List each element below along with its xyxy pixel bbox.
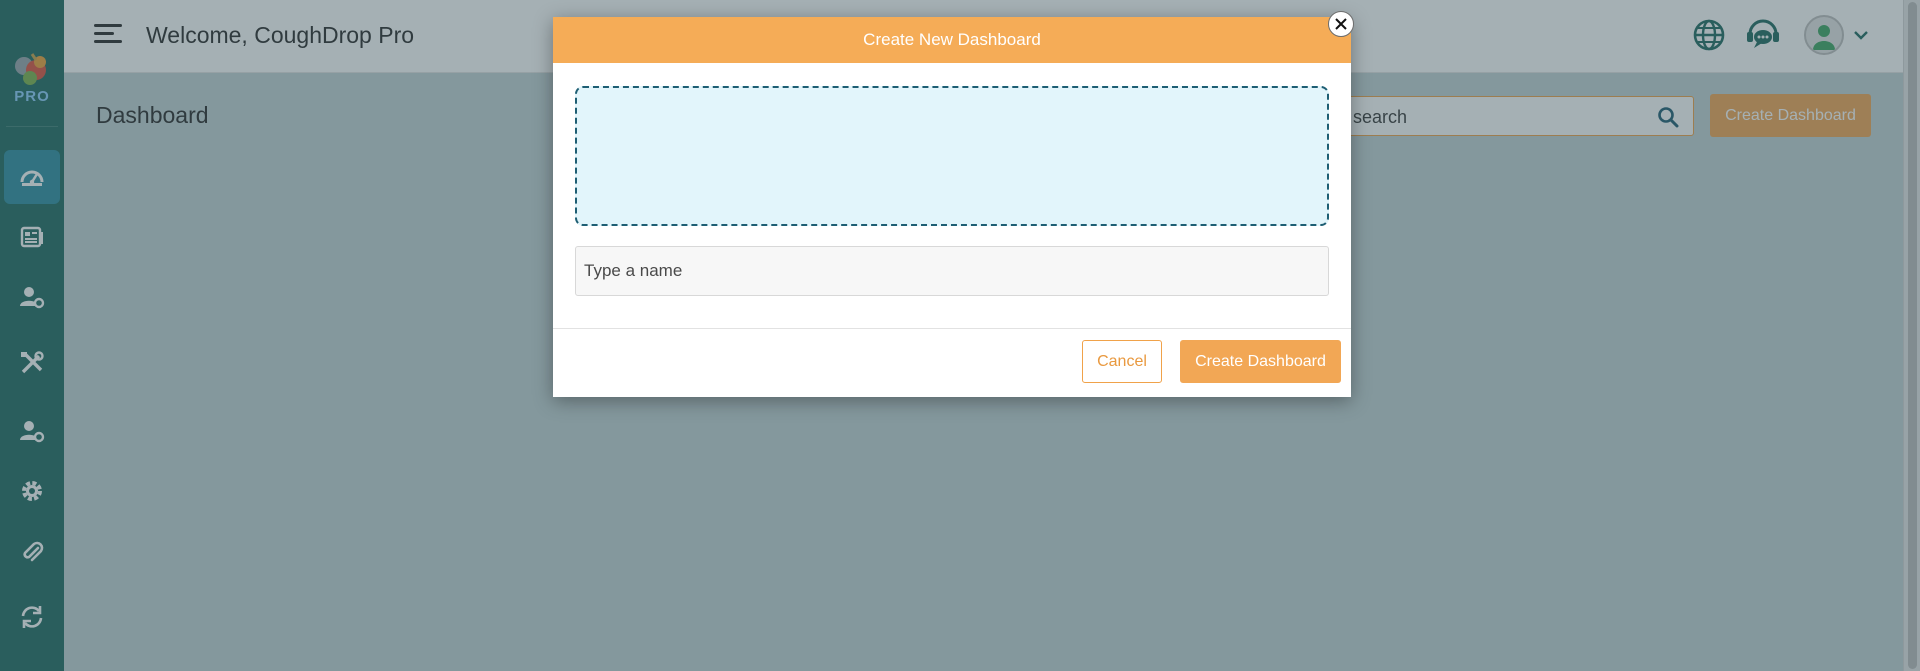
app-window: PRO Welcome, CoughDrop Pro Dashboard sea… xyxy=(0,0,1920,671)
create-dashboard-modal: Create New Dashboard Cancel Create Dashb… xyxy=(553,11,1354,397)
cancel-button[interactable]: Cancel xyxy=(1082,340,1162,383)
image-dropzone[interactable] xyxy=(575,86,1329,226)
modal-title: Create New Dashboard xyxy=(553,17,1351,63)
dashboard-name-input[interactable] xyxy=(575,246,1329,296)
modal-create-dashboard-button[interactable]: Create Dashboard xyxy=(1180,340,1341,383)
close-icon[interactable] xyxy=(1328,11,1354,37)
modal-footer-divider xyxy=(553,328,1351,329)
